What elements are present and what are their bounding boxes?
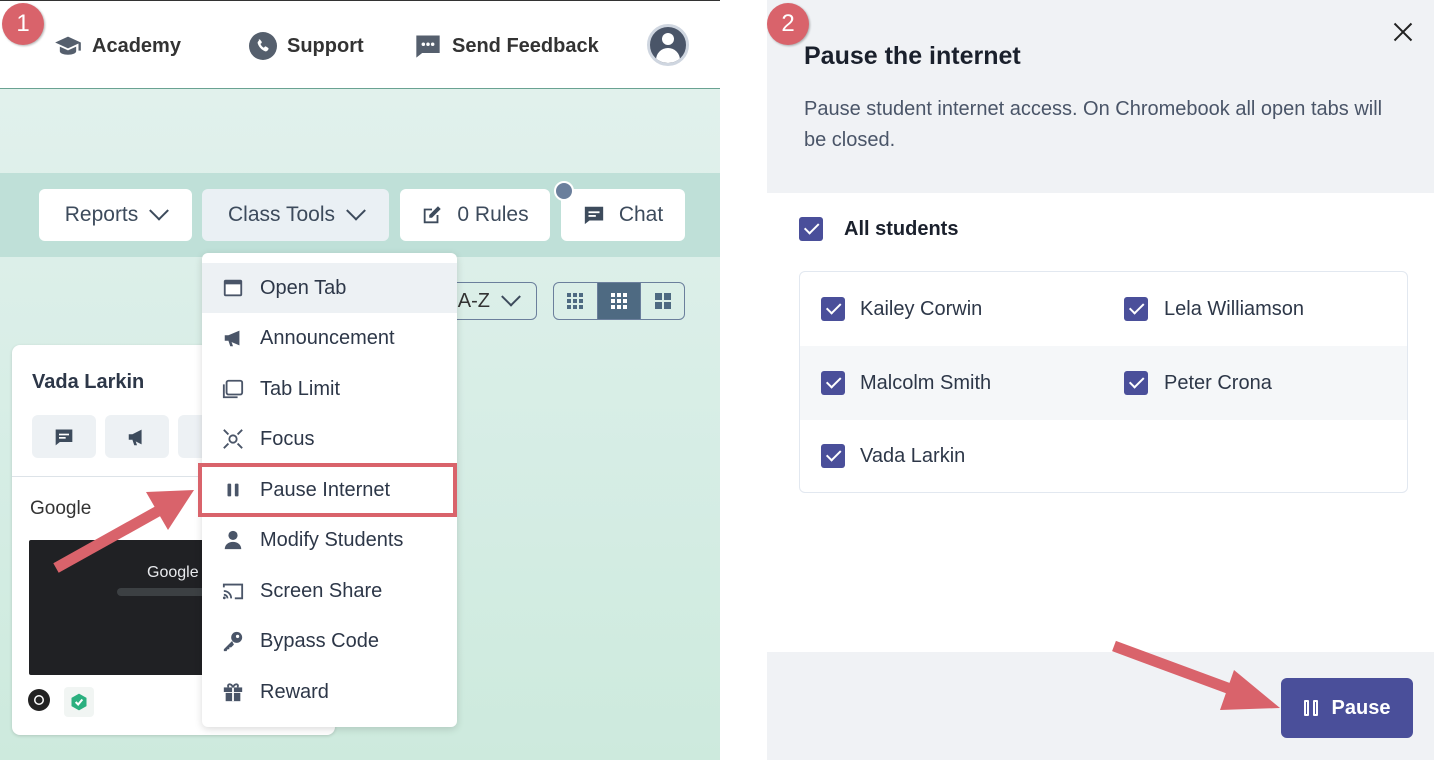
student-checkbox[interactable]: [1124, 297, 1148, 321]
cast-icon: [222, 583, 244, 600]
menu-item-announcement[interactable]: Announcement: [202, 313, 457, 363]
chat-icon: [584, 206, 603, 225]
teacher-dashboard-panel: Academy Support Send Feedback Reports Cl…: [0, 0, 720, 760]
student-name: Malcolm Smith: [860, 372, 992, 394]
browser-tab-icon: [223, 279, 243, 297]
student-name: Vada Larkin: [32, 371, 145, 393]
student-chat-button[interactable]: [32, 415, 96, 458]
chrome-icon: [26, 687, 52, 713]
dialog-title: Pause the internet: [804, 42, 1021, 70]
student-name: Kailey Corwin: [860, 298, 983, 320]
chat-label: Chat: [618, 203, 664, 226]
menu-item-label: Screen Share: [260, 579, 383, 602]
student-checkbox[interactable]: [1124, 371, 1148, 395]
reports-label: Reports: [64, 203, 139, 226]
support-label: Support: [287, 34, 364, 57]
feedback-bubble-icon: [416, 35, 440, 58]
dialog-description: Pause student internet access. On Chrome…: [804, 98, 1383, 151]
tab-limit-icon: [222, 379, 244, 399]
menu-item-label: Tab Limit: [260, 377, 341, 400]
graduation-cap-icon: [55, 36, 81, 55]
pause-internet-highlight-box: [198, 463, 457, 517]
pause-button[interactable]: Pause: [1281, 678, 1413, 738]
pause-icon: [1303, 700, 1318, 716]
extension-icon: [64, 687, 94, 717]
menu-item-focus[interactable]: Focus: [202, 414, 457, 464]
academy-label: Academy: [92, 34, 181, 57]
all-students-checkbox[interactable]: [799, 217, 823, 241]
chat-icon: [55, 429, 73, 445]
menu-item-label: Bypass Code: [260, 629, 379, 652]
send-feedback-link[interactable]: Send Feedback: [414, 31, 599, 61]
step-1-marker: 1: [2, 3, 44, 45]
student-list: Kailey Corwin Lela Williamson Malcolm Sm…: [799, 271, 1408, 493]
megaphone-icon: [224, 330, 240, 347]
student-checkbox[interactable]: [821, 444, 845, 468]
menu-item-bypass-code[interactable]: Bypass Code: [202, 616, 457, 666]
gift-icon: [223, 683, 243, 702]
list-row: Kailey Corwin Lela Williamson: [800, 272, 1407, 346]
menu-item-label: Focus: [260, 427, 315, 450]
chevron-down-icon: [346, 200, 366, 221]
edit-icon: [424, 206, 442, 224]
list-row: Malcolm Smith Peter Crona: [800, 346, 1407, 420]
megaphone-icon: [128, 429, 142, 445]
rules-label: 0 Rules: [457, 203, 529, 226]
dialog-header: Pause the internet Pause student interne…: [767, 0, 1434, 193]
annotation-arrow-icon: [1112, 640, 1280, 710]
small-grid-icon: [567, 293, 584, 309]
focus-icon: [223, 429, 243, 449]
medium-grid-view-button[interactable]: [597, 283, 642, 319]
small-grid-view-button[interactable]: [554, 283, 598, 319]
view-size-toggle: [553, 282, 685, 320]
pause-label: Pause: [1331, 696, 1391, 719]
phone-icon: [249, 32, 277, 60]
class-tools-label: Class Tools: [228, 203, 335, 226]
large-grid-view-button[interactable]: [641, 283, 684, 319]
student-announcement-button[interactable]: [105, 415, 169, 458]
student-name: Vada Larkin: [860, 445, 966, 467]
pause-internet-dialog: Pause the internet Pause student interne…: [767, 0, 1434, 760]
menu-item-label: Announcement: [260, 326, 395, 349]
notification-dot: [554, 181, 574, 201]
rules-button[interactable]: 0 Rules: [400, 189, 550, 241]
menu-item-open-tab[interactable]: Open Tab: [202, 263, 457, 313]
class-tools-dropdown[interactable]: Class Tools: [202, 189, 389, 241]
key-icon: [223, 631, 243, 652]
all-students-label: All students: [844, 218, 959, 240]
student-checkbox[interactable]: [821, 297, 845, 321]
close-icon[interactable]: [1391, 20, 1415, 44]
sort-label: A-Z: [457, 289, 490, 312]
chat-button[interactable]: Chat: [561, 189, 685, 241]
menu-item-reward[interactable]: Reward: [202, 667, 457, 717]
student-checkbox[interactable]: [821, 371, 845, 395]
menu-item-label: Reward: [260, 680, 329, 703]
feedback-label: Send Feedback: [452, 34, 599, 57]
menu-item-label: Open Tab: [260, 276, 347, 299]
list-row: Vada Larkin: [800, 420, 1407, 492]
student-name: Lela Williamson: [1164, 298, 1305, 320]
chevron-down-icon: [501, 286, 521, 307]
menu-item-screen-share[interactable]: Screen Share: [202, 566, 457, 616]
support-link[interactable]: Support: [249, 31, 364, 61]
step-2-marker: 2: [767, 3, 809, 45]
annotation-arrow-icon: [53, 490, 194, 573]
chevron-down-icon: [149, 200, 170, 221]
student-name: Peter Crona: [1164, 372, 1272, 394]
academy-link[interactable]: Academy: [54, 31, 181, 61]
top-navigation: Academy Support Send Feedback: [0, 0, 720, 89]
user-avatar[interactable]: [647, 24, 689, 66]
menu-item-modify-students[interactable]: Modify Students: [202, 515, 457, 565]
large-grid-icon: [654, 293, 671, 309]
medium-grid-icon: [611, 293, 627, 309]
menu-item-label: Modify Students: [260, 528, 404, 551]
menu-item-tab-limit[interactable]: Tab Limit: [202, 364, 457, 414]
person-icon: [224, 530, 242, 550]
reports-dropdown[interactable]: Reports: [39, 189, 192, 241]
